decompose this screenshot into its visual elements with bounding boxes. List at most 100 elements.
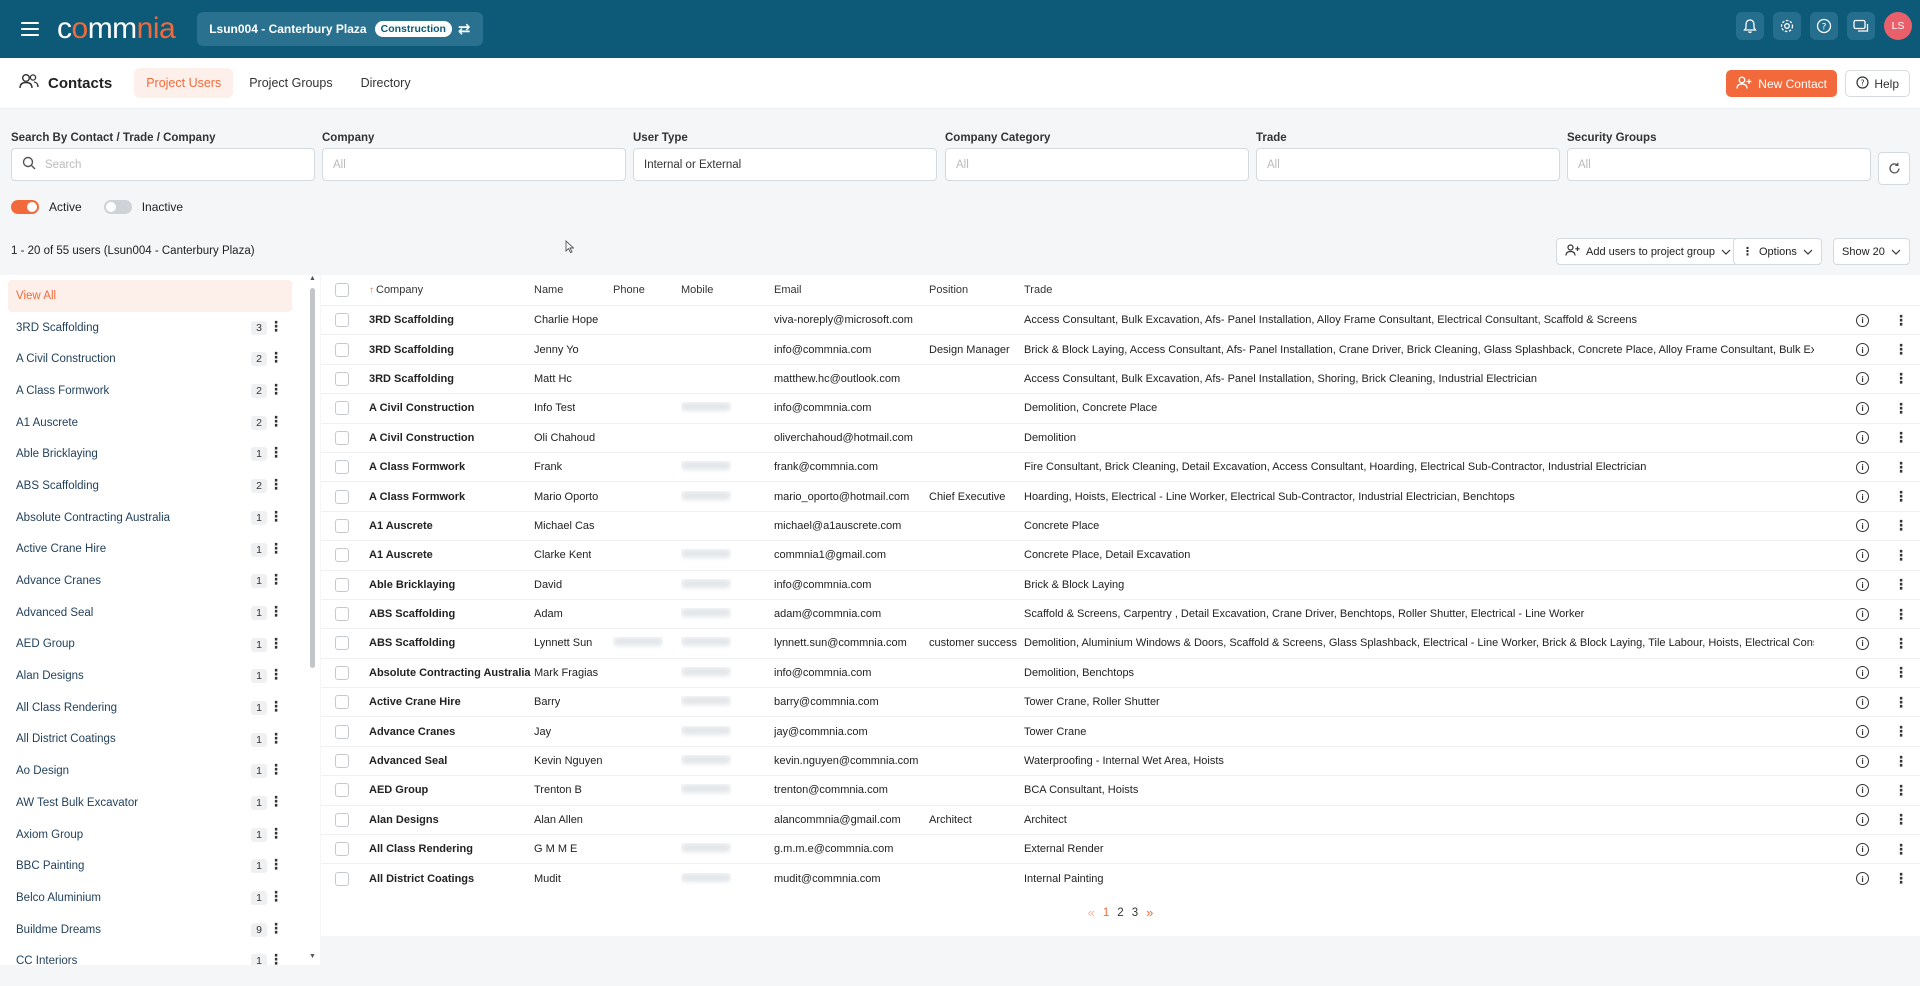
info-icon[interactable]: i — [1856, 842, 1869, 856]
scroll-up-arrow-icon[interactable]: ▲ — [309, 275, 316, 282]
kebab-icon[interactable]: ⋮ — [269, 444, 283, 461]
scroll-down-arrow-icon[interactable]: ▼ — [309, 953, 316, 960]
kebab-icon[interactable]: ⋮ — [1894, 606, 1908, 623]
info-icon[interactable]: i — [1856, 783, 1869, 797]
sidebar-item[interactable]: Advance Cranes 1 ⋮ — [8, 565, 292, 597]
kebab-icon[interactable]: ⋮ — [269, 349, 283, 366]
page-1[interactable]: 1 — [1103, 907, 1109, 919]
column-mobile[interactable]: Mobile — [681, 284, 713, 296]
kebab-icon[interactable]: ⋮ — [269, 951, 283, 965]
kebab-icon[interactable]: ⋮ — [1894, 723, 1908, 740]
kebab-icon[interactable]: ⋮ — [269, 793, 283, 810]
info-icon[interactable]: i — [1856, 548, 1869, 562]
table-row[interactable]: A Civil Construction Oli Chahoud olivercha… — [321, 422, 1920, 452]
table-row[interactable]: Advanced Seal Kevin Nguyen kevin.nguyen@co… — [321, 745, 1920, 775]
table-row[interactable]: Active Crane Hire Barry barry@commnia.com T… — [321, 687, 1920, 716]
next-page-button[interactable]: » — [1146, 905, 1153, 920]
sidebar-item[interactable]: Axiom Group 1 ⋮ — [8, 819, 292, 851]
kebab-icon[interactable]: ⋮ — [269, 856, 283, 873]
table-row[interactable]: All District Coatings Mudit mudit@commnia.… — [321, 863, 1920, 892]
kebab-icon[interactable]: ⋮ — [269, 825, 283, 842]
company-category-select[interactable]: All — [945, 148, 1249, 181]
sidebar-scrollbar[interactable]: ▲ ▼ — [308, 275, 316, 965]
page-2[interactable]: 2 — [1117, 907, 1123, 919]
info-icon[interactable]: i — [1856, 343, 1869, 357]
hamburger-menu-icon[interactable] — [21, 22, 39, 36]
table-row[interactable]: Advance Cranes Jay jay@commnia.com Tower Cr… — [321, 716, 1920, 745]
sidebar-item-view-all[interactable]: View All — [8, 280, 292, 312]
chat-icon[interactable] — [1847, 12, 1875, 40]
kebab-icon[interactable]: ⋮ — [269, 381, 283, 398]
info-icon[interactable]: i — [1856, 372, 1869, 386]
bell-icon[interactable] — [1736, 12, 1764, 40]
tab-project-groups[interactable]: Project Groups — [237, 68, 344, 98]
kebab-icon[interactable]: ⋮ — [269, 318, 283, 335]
info-icon[interactable]: i — [1856, 636, 1869, 650]
row-checkbox[interactable] — [335, 783, 349, 798]
add-users-to-group-button[interactable]: Add users to project group — [1556, 238, 1741, 265]
column-position[interactable]: Position — [929, 284, 968, 296]
kebab-icon[interactable]: ⋮ — [1894, 547, 1908, 564]
sidebar-item[interactable]: Ao Design 1 ⋮ — [8, 755, 292, 787]
row-checkbox[interactable] — [335, 489, 349, 504]
table-row[interactable]: Alan Designs Alan Allen alancommnia@gmail.… — [321, 804, 1920, 834]
row-checkbox[interactable] — [335, 695, 349, 710]
project-switcher[interactable]: Lsun004 - Canterbury Plaza Construction … — [197, 12, 483, 46]
row-checkbox[interactable] — [335, 401, 349, 416]
info-icon[interactable]: i — [1856, 431, 1869, 445]
column-trade[interactable]: Trade — [1024, 284, 1814, 296]
select-all-checkbox[interactable] — [335, 283, 349, 297]
row-checkbox[interactable] — [335, 665, 349, 680]
sidebar-item[interactable]: Alan Designs 1 ⋮ — [8, 660, 292, 692]
row-checkbox[interactable] — [335, 812, 349, 827]
row-checkbox[interactable] — [335, 430, 349, 445]
kebab-icon[interactable]: ⋮ — [1894, 782, 1908, 799]
kebab-icon[interactable]: ⋮ — [1894, 341, 1908, 358]
company-select[interactable]: All — [322, 148, 626, 181]
sidebar-item[interactable]: A1 Auscrete 2 ⋮ — [8, 407, 292, 439]
sidebar-item[interactable]: All District Coatings 1 ⋮ — [8, 724, 292, 756]
info-icon[interactable]: i — [1856, 872, 1869, 886]
sidebar-item[interactable]: A Civil Construction 2 ⋮ — [8, 343, 292, 375]
search-input[interactable]: Search — [11, 148, 315, 181]
kebab-icon[interactable]: ⋮ — [1894, 841, 1908, 858]
table-row[interactable]: 3RD Scaffolding Charlie Hope viva-noreply@… — [321, 305, 1920, 334]
kebab-icon[interactable]: ⋮ — [1894, 870, 1908, 887]
column-phone[interactable]: Phone — [613, 284, 645, 296]
kebab-icon[interactable]: ⋮ — [1894, 312, 1908, 329]
table-row[interactable]: 3RD Scaffolding Jenny Yo info@commnia.com D… — [321, 334, 1920, 363]
kebab-icon[interactable]: ⋮ — [1894, 694, 1908, 711]
kebab-icon[interactable]: ⋮ — [269, 698, 283, 715]
sidebar-item[interactable]: 3RD Scaffolding 3 ⋮ — [8, 312, 292, 344]
table-row[interactable]: A Civil Construction Info Test info@commni… — [321, 393, 1920, 422]
kebab-icon[interactable]: ⋮ — [1894, 459, 1908, 476]
info-icon[interactable]: i — [1856, 313, 1869, 327]
sidebar-item[interactable]: All Class Rendering 1 ⋮ — [8, 692, 292, 724]
row-checkbox[interactable] — [335, 577, 349, 592]
kebab-icon[interactable]: ⋮ — [269, 920, 283, 937]
tab-project-users[interactable]: Project Users — [134, 68, 234, 98]
scroll-thumb[interactable] — [310, 288, 315, 668]
kebab-icon[interactable]: ⋮ — [269, 730, 283, 747]
table-row[interactable]: A Class Formwork Frank frank@commnia.com Fi… — [321, 451, 1920, 481]
kebab-icon[interactable]: ⋮ — [269, 761, 283, 778]
avatar[interactable]: LS — [1884, 12, 1912, 40]
column-name[interactable]: Name — [534, 284, 563, 296]
table-row[interactable]: A1 Auscrete Clarke Kent commnia1@gmail.com… — [321, 540, 1920, 569]
trade-select[interactable]: All — [1256, 148, 1560, 181]
row-checkbox[interactable] — [335, 724, 349, 739]
info-icon[interactable]: i — [1856, 813, 1869, 827]
kebab-icon[interactable]: ⋮ — [1894, 753, 1908, 770]
info-icon[interactable]: i — [1856, 401, 1869, 415]
kebab-icon[interactable]: ⋮ — [1894, 576, 1908, 593]
row-checkbox[interactable] — [335, 871, 349, 886]
table-row[interactable]: A1 Auscrete Michael Cas michael@a1auscrete… — [321, 510, 1920, 540]
inactive-toggle[interactable] — [103, 200, 132, 214]
options-button[interactable]: ⋮ Options — [1733, 238, 1822, 265]
kebab-icon[interactable]: ⋮ — [269, 508, 283, 525]
sidebar-item[interactable]: Belco Aluminium 1 ⋮ — [8, 882, 292, 914]
info-icon[interactable]: i — [1856, 578, 1869, 592]
row-checkbox[interactable] — [335, 607, 349, 622]
info-icon[interactable]: i — [1856, 754, 1869, 768]
table-row[interactable]: AED Group Trenton B trenton@commnia.com BCA… — [321, 775, 1920, 804]
